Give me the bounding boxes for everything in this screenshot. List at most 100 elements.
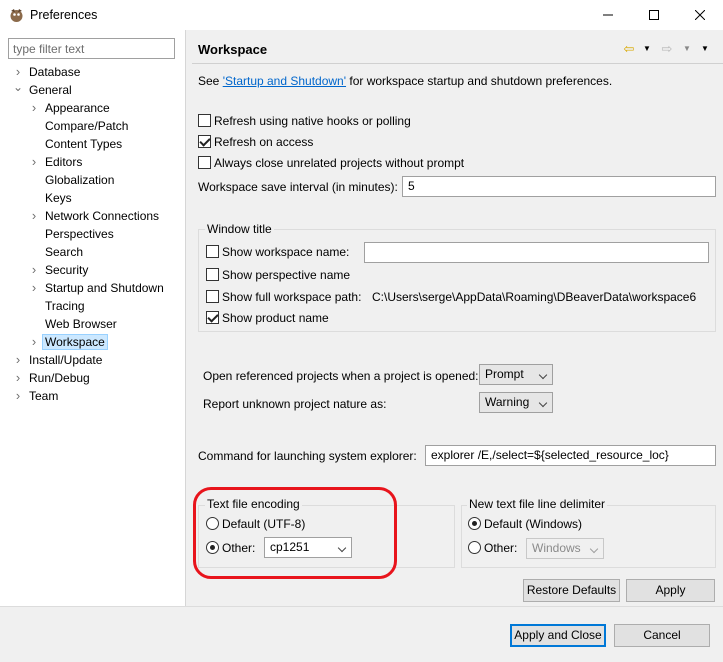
forward-arrow-icon[interactable]: ⇨: [660, 40, 674, 58]
refresh-native-checkbox[interactable]: [198, 114, 211, 127]
delimiter-default-radio[interactable]: [468, 517, 481, 530]
apply-button[interactable]: Apply: [626, 579, 715, 602]
tree-item-install-update[interactable]: › Install/Update: [13, 351, 105, 369]
tree-item-label: Security: [45, 263, 89, 277]
tree-item-startup-and-shutdown[interactable]: › Startup and Shutdown: [29, 279, 167, 297]
tree-item-content-types[interactable]: Content Types: [29, 135, 125, 153]
chevron-down-icon: [589, 544, 599, 554]
tree-item-label: Database: [29, 65, 81, 79]
show-workspace-name-label: Show workspace name:: [222, 245, 350, 259]
header-separator: [192, 63, 723, 64]
chevron-right-icon[interactable]: ›: [29, 333, 39, 351]
chevron-right-icon[interactable]: ›: [13, 369, 23, 387]
chevron-right-icon[interactable]: ›: [13, 387, 23, 405]
restore-defaults-button[interactable]: Restore Defaults: [523, 579, 620, 602]
open-referenced-value: Prompt: [485, 367, 524, 381]
see-text: See 'Startup and Shutdown' for workspace…: [198, 74, 612, 88]
chevron-right-icon[interactable]: ›: [29, 99, 39, 117]
back-arrow-icon[interactable]: ⇦: [622, 40, 636, 58]
report-unknown-value: Warning: [485, 395, 530, 409]
chevron-right-icon[interactable]: ›: [29, 153, 39, 171]
view-menu-icon[interactable]: ▼: [698, 40, 712, 58]
chevron-down-icon: [538, 370, 548, 380]
report-unknown-select[interactable]: Warning: [479, 392, 553, 413]
show-product-name-checkbox[interactable]: [206, 311, 219, 324]
tree-item-general[interactable]: ⌄ General: [13, 81, 75, 99]
maximize-icon: [649, 10, 659, 20]
show-perspective-name-checkbox[interactable]: [206, 268, 219, 281]
always-close-checkbox[interactable]: [198, 156, 211, 169]
tree-item-label: Content Types: [45, 137, 123, 151]
window-title-group-label: Window title: [205, 222, 274, 236]
apply-and-close-button[interactable]: Apply and Close: [510, 624, 606, 647]
tree-item-database[interactable]: › Database: [13, 63, 83, 81]
chevron-down-icon[interactable]: ⌄: [13, 81, 23, 99]
tree-item-keys[interactable]: Keys: [29, 189, 75, 207]
tree-item-compare-patch[interactable]: Compare/Patch: [29, 117, 131, 135]
show-perspective-name-label: Show perspective name: [222, 268, 351, 282]
refresh-access-checkbox[interactable]: [198, 135, 211, 148]
delimiter-other-radio[interactable]: [468, 541, 481, 554]
refresh-access-label: Refresh on access: [214, 135, 314, 149]
cancel-button[interactable]: Cancel: [614, 624, 710, 647]
tree-item-label: Workspace: [42, 334, 108, 350]
tree-item-perspectives[interactable]: Perspectives: [29, 225, 117, 243]
back-menu-icon[interactable]: ▼: [640, 40, 654, 58]
forward-menu-icon[interactable]: ▼: [680, 40, 694, 58]
always-close-label: Always close unrelated projects without …: [214, 156, 465, 170]
tree-item-editors[interactable]: › Editors: [29, 153, 85, 171]
chevron-right-icon: [29, 315, 39, 333]
open-referenced-select[interactable]: Prompt: [479, 364, 553, 385]
chevron-right-icon: [29, 243, 39, 261]
show-full-path-checkbox[interactable]: [206, 290, 219, 303]
tree-item-label: Compare/Patch: [45, 119, 129, 133]
tree-item-web-browser[interactable]: Web Browser: [29, 315, 120, 333]
tree-item-label: Tracing: [45, 299, 85, 313]
maximize-button[interactable]: [631, 0, 677, 30]
close-button[interactable]: [677, 0, 723, 30]
workspace-path-value: C:\Users\serge\AppData\Roaming\DBeaverDa…: [372, 290, 697, 304]
startup-shutdown-link[interactable]: 'Startup and Shutdown': [223, 74, 346, 88]
minimize-button[interactable]: [585, 0, 631, 30]
save-interval-input[interactable]: 5: [402, 176, 716, 197]
delimiter-select[interactable]: Windows: [526, 538, 604, 559]
tree-item-label: Install/Update: [29, 353, 103, 367]
page-title: Workspace: [198, 42, 268, 57]
command-input[interactable]: explorer /E,/select=${selected_resource_…: [425, 445, 716, 466]
tree-item-security[interactable]: › Security: [29, 261, 91, 279]
chevron-right-icon[interactable]: ›: [29, 207, 39, 225]
workspace-name-input[interactable]: [364, 242, 709, 263]
tree-item-network-connections[interactable]: › Network Connections: [29, 207, 162, 225]
see-suffix: for workspace startup and shutdown prefe…: [346, 74, 613, 88]
tree-item-appearance[interactable]: › Appearance: [29, 99, 113, 117]
tree-item-team[interactable]: › Team: [13, 387, 61, 405]
tree-item-tracing[interactable]: Tracing: [29, 297, 88, 315]
command-label: Command for launching system explorer:: [198, 449, 417, 463]
refresh-native-label: Refresh using native hooks or polling: [214, 114, 411, 128]
tree-item-label: General: [29, 83, 72, 97]
show-full-path-label: Show full workspace path:: [222, 290, 362, 304]
tree-item-label: Perspectives: [45, 227, 114, 241]
tree-item-label: Editors: [45, 155, 83, 169]
chevron-right-icon: [29, 117, 39, 135]
chevron-right-icon[interactable]: ›: [13, 63, 23, 81]
chevron-right-icon: [29, 171, 39, 189]
see-prefix: See: [198, 74, 223, 88]
tree-item-label: Web Browser: [45, 317, 117, 331]
close-icon: [695, 10, 705, 20]
save-interval-label: Workspace save interval (in minutes):: [198, 180, 398, 194]
chevron-right-icon: [29, 189, 39, 207]
tree-item-run-debug[interactable]: › Run/Debug: [13, 369, 93, 387]
tree-item-search[interactable]: Search: [29, 243, 86, 261]
delimiter-group-label: New text file line delimiter: [467, 497, 608, 511]
chevron-right-icon[interactable]: ›: [29, 279, 39, 297]
chevron-right-icon[interactable]: ›: [29, 261, 39, 279]
tree-item-workspace[interactable]: › Workspace: [29, 333, 108, 351]
show-workspace-name-checkbox[interactable]: [206, 245, 219, 258]
chevron-right-icon[interactable]: ›: [13, 351, 23, 369]
tree-item-label: Keys: [45, 191, 72, 205]
tree-item-globalization[interactable]: Globalization: [29, 171, 117, 189]
highlight-annotation: [193, 487, 397, 579]
filter-input[interactable]: [8, 38, 175, 59]
show-product-name-label: Show product name: [222, 311, 329, 325]
